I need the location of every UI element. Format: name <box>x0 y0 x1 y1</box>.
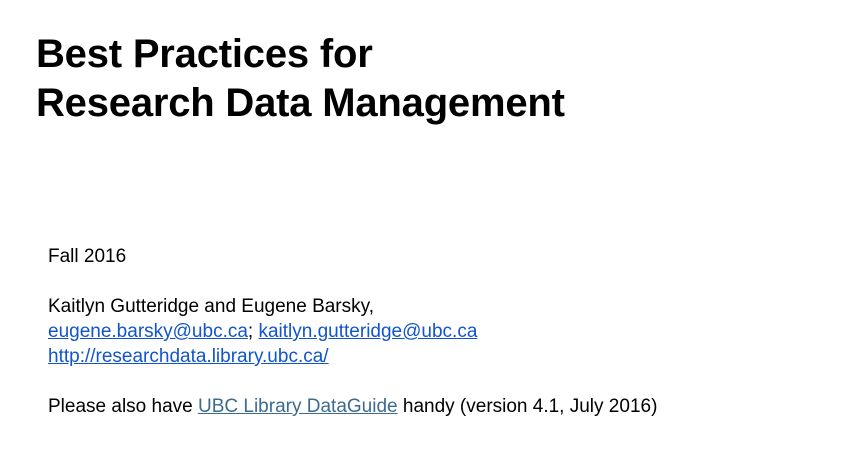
term-text: Fall 2016 <box>48 246 127 267</box>
website-link[interactable]: http://researchdata.library.ubc.ca/ <box>48 346 329 367</box>
email-link-barsky[interactable]: eugene.barsky@ubc.ca <box>48 321 248 342</box>
title-line-1: Best Practices for <box>36 32 373 76</box>
authors-text: Kaitlyn Gutteridge and Eugene Barsky, <box>48 296 375 317</box>
dataguide-link[interactable]: UBC Library DataGuide <box>198 396 398 417</box>
email-line: eugene.barsky@ubc.ca; kaitlyn.gutteridge… <box>48 319 657 344</box>
website-line: http://researchdata.library.ubc.ca/ <box>48 344 657 369</box>
slide-title: Best Practices for Research Data Managem… <box>36 30 565 128</box>
email-link-gutteridge[interactable]: kaitlyn.gutteridge@ubc.ca <box>258 321 477 342</box>
note-suffix: handy (version 4.1, July 2016) <box>397 396 658 417</box>
title-line-2: Research Data Management <box>36 81 565 125</box>
slide: Best Practices for Research Data Managem… <box>0 0 852 467</box>
slide-body: Fall 2016 Kaitlyn Gutteridge and Eugene … <box>48 244 657 419</box>
note-prefix: Please also have <box>48 396 198 417</box>
email-separator: ; <box>247 321 254 342</box>
note-line: Please also have UBC Library DataGuide h… <box>48 394 657 419</box>
